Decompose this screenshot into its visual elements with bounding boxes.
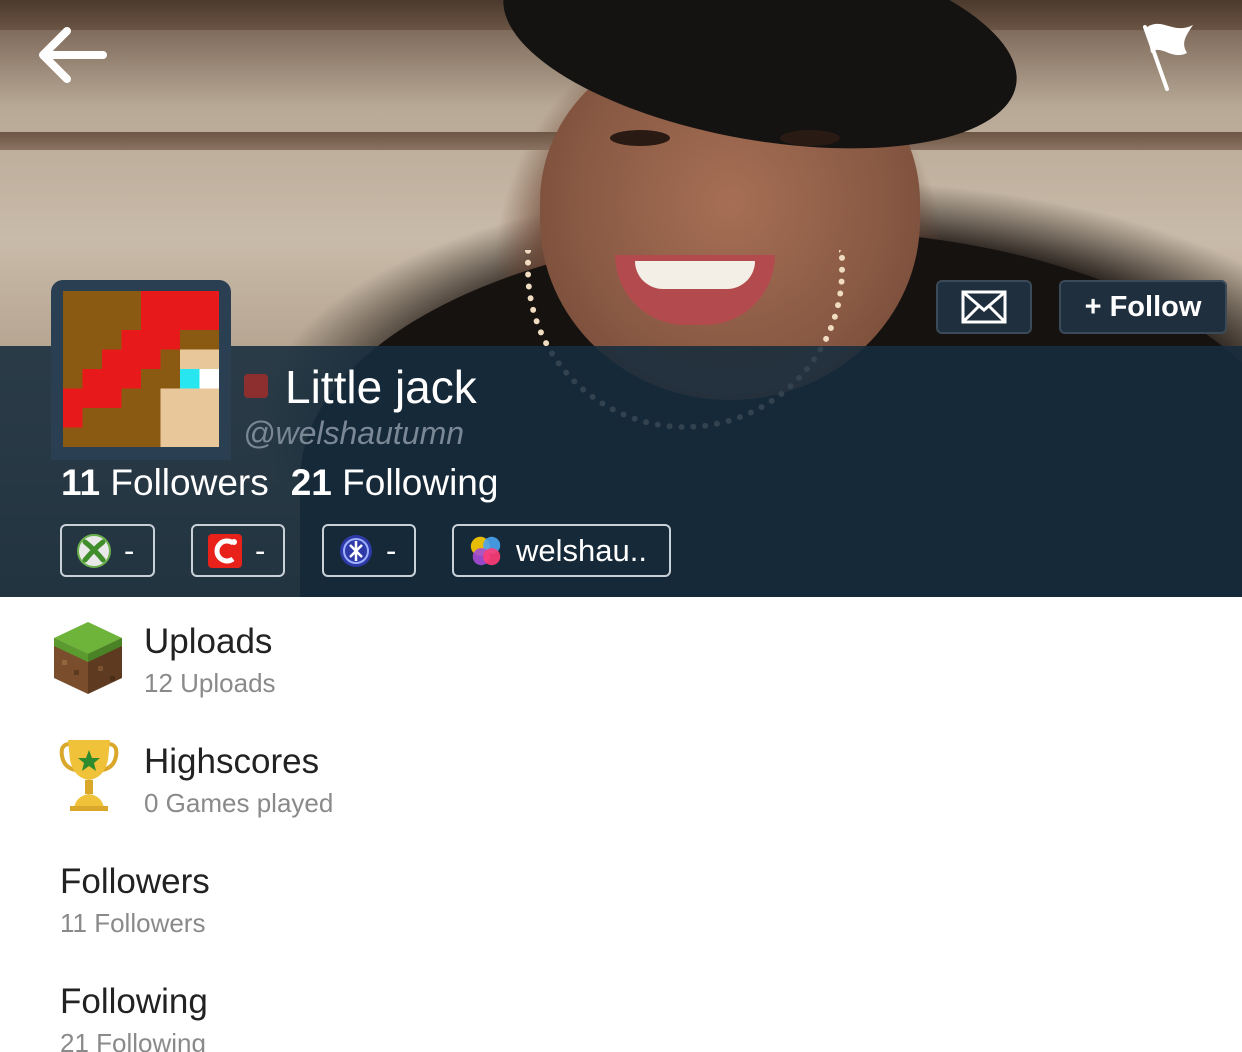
following-count: 21 xyxy=(290,462,332,503)
list-item-subtitle: 21 Following xyxy=(60,1028,206,1052)
list-item-followers[interactable]: Followers 11 Followers xyxy=(0,850,1242,970)
list-item-following[interactable]: Following 21 Following xyxy=(0,970,1242,1052)
nintendo-badge[interactable]: - xyxy=(191,524,285,577)
profile-handle: @welshautumn xyxy=(243,415,465,451)
message-button[interactable] xyxy=(936,280,1032,334)
back-button[interactable] xyxy=(25,10,115,100)
followers-count: 11 xyxy=(61,462,101,503)
trophy-icon xyxy=(58,738,120,817)
game-center-value: welshau.. xyxy=(516,532,647,568)
xbox-icon xyxy=(76,533,112,569)
list-item-uploads[interactable]: Uploads 12 Uploads xyxy=(0,610,1242,730)
report-flag-button[interactable] xyxy=(1120,10,1210,100)
list-item-title: Following xyxy=(60,982,208,1021)
arrow-left-icon xyxy=(39,27,107,83)
list-item-subtitle: 12 Uploads xyxy=(144,668,276,698)
list-item-highscores[interactable]: Highscores 0 Games played xyxy=(0,730,1242,850)
list-item-title: Highscores xyxy=(144,742,320,781)
followers-label: Followers xyxy=(110,462,269,503)
avatar[interactable] xyxy=(51,280,231,460)
avatar-pixel-art xyxy=(63,291,219,447)
follow-button[interactable]: + Follow xyxy=(1059,280,1227,334)
grass-block-icon xyxy=(52,620,124,701)
list-item-title: Uploads xyxy=(144,622,273,661)
list-item-subtitle: 11 Followers xyxy=(60,908,206,938)
following-label: Following xyxy=(342,462,499,503)
xbox-value: - xyxy=(124,532,135,568)
nintendo-icon xyxy=(207,533,243,569)
nintendo-value: - xyxy=(255,532,266,568)
follow-counts: 11 Followers 21 Following xyxy=(61,462,498,504)
xbox-badge[interactable]: - xyxy=(60,524,155,577)
game-center-badge[interactable]: welshau.. xyxy=(452,524,671,577)
following-count-link[interactable]: 21 Following xyxy=(291,462,499,504)
list-item-subtitle: 0 Games played xyxy=(144,788,334,818)
flag-icon xyxy=(1143,23,1193,91)
profile-display-name: Little jack xyxy=(285,361,477,413)
followers-count-link[interactable]: 11 Followers xyxy=(61,462,269,504)
playstation-value: - xyxy=(386,532,397,568)
status-indicator xyxy=(244,374,268,398)
envelope-icon xyxy=(961,290,1007,324)
list-item-title: Followers xyxy=(60,862,210,901)
game-center-icon xyxy=(468,533,504,569)
playstation-badge[interactable]: - xyxy=(322,524,416,577)
playstation-icon xyxy=(338,533,374,569)
